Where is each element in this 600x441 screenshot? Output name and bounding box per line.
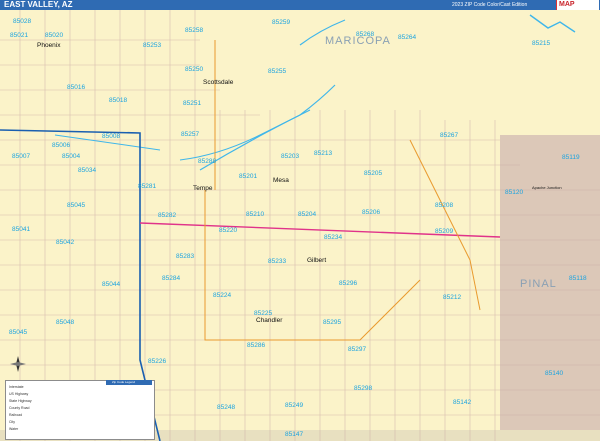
city-label-gilbert: Gilbert xyxy=(307,257,326,264)
zip-label: 85215 xyxy=(532,40,550,47)
legend-item: Railroad xyxy=(9,413,23,417)
zip-label: 85268 xyxy=(356,31,374,38)
zip-label: 85267 xyxy=(440,132,458,139)
legend-item: Water xyxy=(9,427,19,431)
legend-item: State Highway xyxy=(9,399,32,403)
brand-logo: MAP xyxy=(556,0,599,10)
title-bar: EAST VALLEY, AZ 2023 ZIP Code Color/Cast… xyxy=(0,0,600,10)
zip-label: 85295 xyxy=(323,319,341,326)
zip-label: 85282 xyxy=(158,212,176,219)
zip-label: 85224 xyxy=(213,292,231,299)
legend-item: City xyxy=(9,420,16,424)
map-title: EAST VALLEY, AZ xyxy=(4,0,73,9)
edition-label: 2023 ZIP Code Color/Cast Edition xyxy=(452,2,528,8)
zip-label: 85028 xyxy=(13,18,31,25)
zip-label: 85220 xyxy=(219,227,237,234)
brand-mark: MAP xyxy=(559,1,575,8)
zip-label: 85204 xyxy=(298,211,316,218)
compass-rose-icon xyxy=(10,356,26,372)
zip-label: 85016 xyxy=(67,84,85,91)
zip-label: 85203 xyxy=(281,153,299,160)
zip-label: 85251 xyxy=(183,100,201,107)
zip-label: 85004 xyxy=(62,153,80,160)
city-label-mesa: Mesa xyxy=(273,177,289,184)
zip-label: 85018 xyxy=(109,97,127,104)
city-label-phoenix: Phoenix xyxy=(37,42,61,49)
zip-label: 85249 xyxy=(285,402,303,409)
zip-label: 85206 xyxy=(362,209,380,216)
city-label-chandler: Chandler xyxy=(256,317,283,324)
zip-label: 85140 xyxy=(545,370,563,377)
zip-label: 85284 xyxy=(162,275,180,282)
map-canvas[interactable]: MARICOPA PINAL Phoenix Scottsdale Tempe … xyxy=(0,10,600,441)
city-label-scottsdale: Scottsdale xyxy=(203,79,234,86)
zip-label: 85255 xyxy=(268,68,286,75)
zip-label: 85142 xyxy=(453,399,471,406)
zip-label: 85210 xyxy=(246,211,264,218)
zip-label: 85296 xyxy=(339,280,357,287)
zip-label: 85020 xyxy=(45,32,63,39)
legend-item: US Highway xyxy=(9,392,29,396)
legend-item: Interstate xyxy=(9,385,24,389)
zip-label: 85258 xyxy=(185,27,203,34)
map-frame: EAST VALLEY, AZ 2023 ZIP Code Color/Cast… xyxy=(0,0,600,441)
zip-label: 85118 xyxy=(569,275,587,282)
zip-label: 85257 xyxy=(181,131,199,138)
zip-label: 85041 xyxy=(12,226,30,233)
zip-label: 85044 xyxy=(102,281,120,288)
zip-label: 85147 xyxy=(285,431,303,438)
zip-label: 85034 xyxy=(78,167,96,174)
legend-title: Zip Code Legend xyxy=(112,380,136,384)
city-label-tempe: Tempe xyxy=(193,185,213,192)
zip-label: 85212 xyxy=(443,294,461,301)
zip-label: 85264 xyxy=(398,34,416,41)
zip-label: 85281 xyxy=(138,183,156,190)
zip-label: 85298 xyxy=(354,385,372,392)
zip-label: 85248 xyxy=(217,404,235,411)
legend-title-bar: Zip Code Legend xyxy=(106,380,152,385)
zip-label: 85253 xyxy=(143,42,161,49)
zip-label: 85205 xyxy=(364,170,382,177)
zip-label: 85045 xyxy=(9,329,27,336)
zip-label: 85048 xyxy=(56,319,74,326)
zip-label: 85259 xyxy=(272,19,290,26)
zip-label: 85225 xyxy=(254,310,272,317)
county-label-pinal: PINAL xyxy=(520,278,557,290)
legend-panel: Interstate US Highway State Highway Coun… xyxy=(5,380,155,440)
zip-label: 85234 xyxy=(324,234,342,241)
city-label-apache-junction: Apache Junction xyxy=(532,185,562,190)
zip-label: 85226 xyxy=(148,358,166,365)
zip-label: 85007 xyxy=(12,153,30,160)
zip-label: 85201 xyxy=(239,173,257,180)
zip-label: 85208 xyxy=(435,202,453,209)
zip-label: 85045 xyxy=(67,202,85,209)
zip-label: 85042 xyxy=(56,239,74,246)
zip-label: 85288 xyxy=(198,158,216,165)
zip-label: 85006 xyxy=(52,142,70,149)
zip-label: 85213 xyxy=(314,150,332,157)
zip-label: 85209 xyxy=(435,228,453,235)
zip-label: 85283 xyxy=(176,253,194,260)
legend-item: County Road xyxy=(9,406,30,410)
zip-label: 85021 xyxy=(10,32,28,39)
zip-label: 85250 xyxy=(185,66,203,73)
zip-label: 85233 xyxy=(268,258,286,265)
zip-label: 85008 xyxy=(102,133,120,140)
zip-label: 85297 xyxy=(348,346,366,353)
zip-label: 85120 xyxy=(505,189,523,196)
zip-label: 85286 xyxy=(247,342,265,349)
zip-label: 85119 xyxy=(562,154,580,161)
